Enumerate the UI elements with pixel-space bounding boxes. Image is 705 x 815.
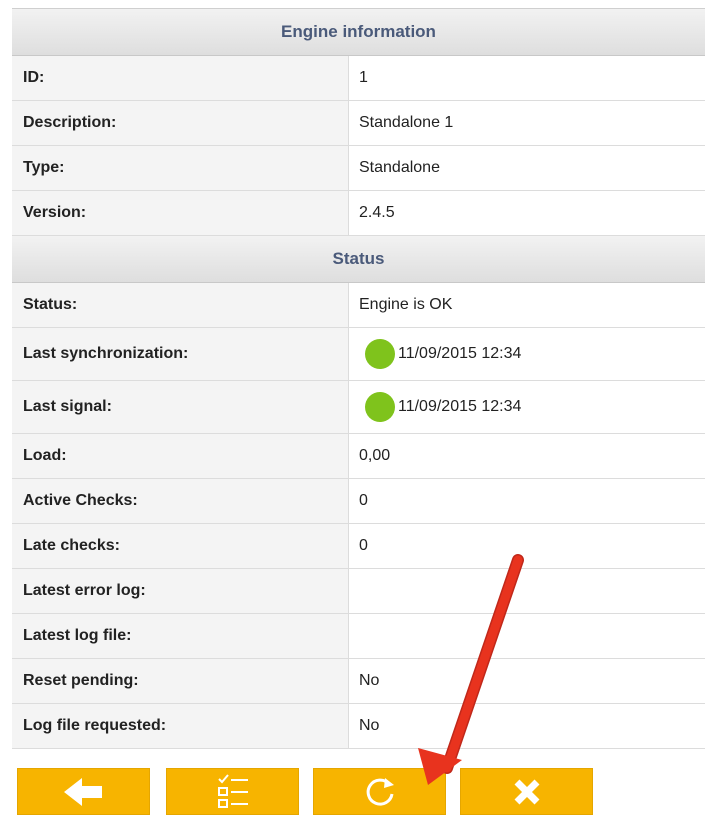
- table-row-status: Status: Engine is OK: [12, 283, 705, 328]
- load-value: 0,00: [349, 434, 705, 478]
- status-header: Status: [12, 236, 705, 283]
- type-value: Standalone: [349, 146, 705, 190]
- table-row-last-signal: Last signal: 11/09/2015 12:34: [12, 381, 705, 434]
- id-value: 1: [349, 56, 705, 100]
- latest-log-file-value: [349, 614, 705, 658]
- table-row-active-checks: Active Checks: 0: [12, 479, 705, 524]
- load-label: Load:: [12, 434, 349, 478]
- last-signal-value: 11/09/2015 12:34: [398, 398, 522, 415]
- table-row-type: Type: Standalone: [12, 146, 705, 191]
- reset-pending-label: Reset pending:: [12, 659, 349, 703]
- table-row-latest-log-file: Latest log file:: [12, 614, 705, 659]
- table-row-log-file-requested: Log file requested: No: [12, 704, 705, 749]
- last-signal-cell: 11/09/2015 12:34: [349, 381, 705, 433]
- description-label: Description:: [12, 101, 349, 145]
- status-ok-indicator-icon: [365, 392, 395, 422]
- table-row-load: Load: 0,00: [12, 434, 705, 479]
- action-toolbar: [17, 768, 597, 815]
- status-ok-indicator-icon: [365, 339, 395, 369]
- active-checks-value: 0: [349, 479, 705, 523]
- close-icon: [514, 779, 539, 804]
- table-row-version: Version: 2.4.5: [12, 191, 705, 236]
- last-synchronization-cell: 11/09/2015 12:34: [349, 328, 705, 380]
- checks-list-button[interactable]: [166, 768, 299, 815]
- log-file-requested-label: Log file requested:: [12, 704, 349, 748]
- last-synchronization-value: 11/09/2015 12:34: [398, 345, 522, 362]
- engine-details-panel: Engine information ID: 1 Description: St…: [12, 8, 705, 749]
- reset-pending-value: No: [349, 659, 705, 703]
- late-checks-value: 0: [349, 524, 705, 568]
- id-label: ID:: [12, 56, 349, 100]
- refresh-icon: [366, 777, 394, 806]
- last-signal-label: Last signal:: [12, 381, 349, 433]
- arrow-left-icon: [63, 777, 102, 806]
- version-label: Version:: [12, 191, 349, 235]
- active-checks-label: Active Checks:: [12, 479, 349, 523]
- checklist-icon: [217, 773, 248, 808]
- type-label: Type:: [12, 146, 349, 190]
- late-checks-label: Late checks:: [12, 524, 349, 568]
- table-row-description: Description: Standalone 1: [12, 101, 705, 146]
- table-row-id: ID: 1: [12, 56, 705, 101]
- status-label: Status:: [12, 283, 349, 327]
- refresh-button[interactable]: [313, 768, 446, 815]
- table-row-late-checks: Late checks: 0: [12, 524, 705, 569]
- description-value: Standalone 1: [349, 101, 705, 145]
- table-row-latest-error-log: Latest error log:: [12, 569, 705, 614]
- table-row-reset-pending: Reset pending: No: [12, 659, 705, 704]
- latest-error-log-value: [349, 569, 705, 613]
- last-synchronization-label: Last synchronization:: [12, 328, 349, 380]
- engine-information-header: Engine information: [12, 9, 705, 56]
- latest-log-file-label: Latest log file:: [12, 614, 349, 658]
- back-button[interactable]: [17, 768, 150, 815]
- table-row-last-synchronization: Last synchronization: 11/09/2015 12:34: [12, 328, 705, 381]
- log-file-requested-value: No: [349, 704, 705, 748]
- status-value: Engine is OK: [349, 283, 705, 327]
- close-button[interactable]: [460, 768, 593, 815]
- version-value: 2.4.5: [349, 191, 705, 235]
- latest-error-log-label: Latest error log:: [12, 569, 349, 613]
